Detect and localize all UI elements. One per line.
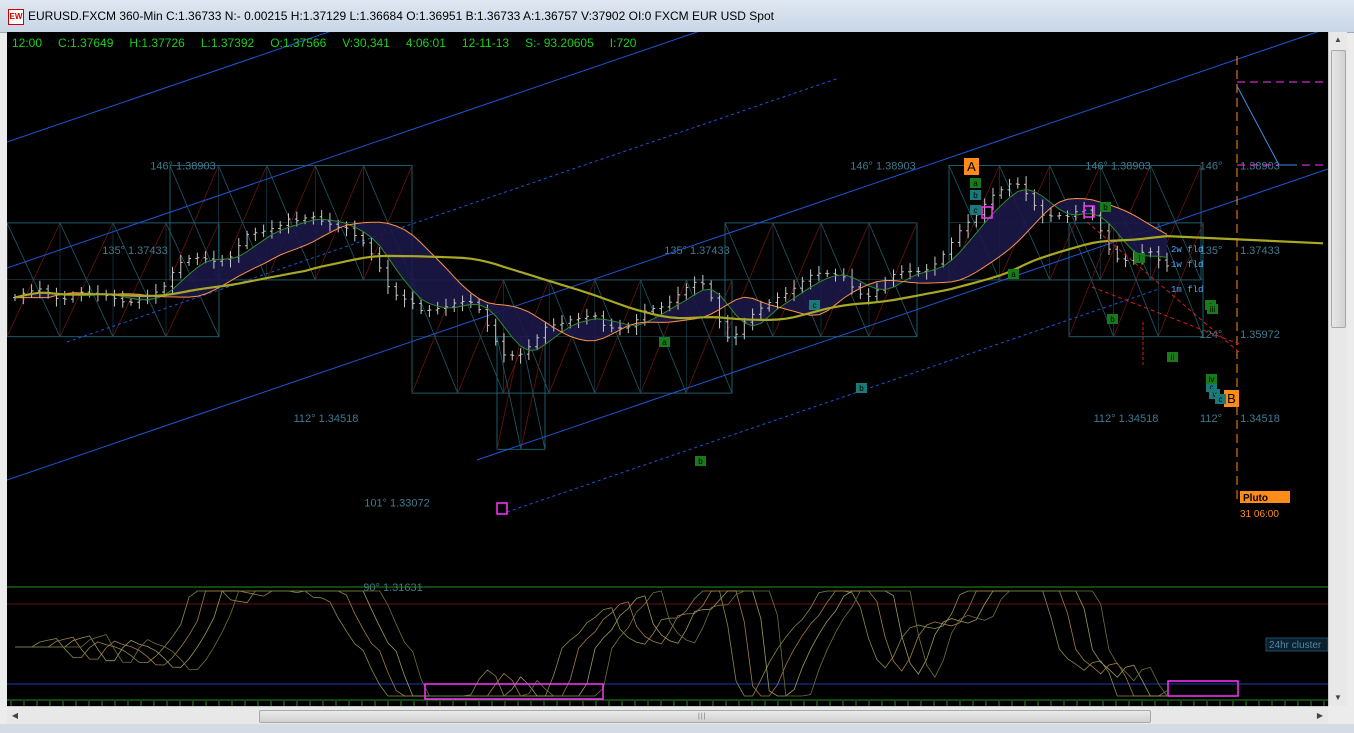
bar-high: H:1.37726 [129, 36, 185, 50]
vertical-scroll-thumb[interactable] [1331, 50, 1346, 328]
wave-label: ii [1171, 353, 1175, 362]
right-projection-overlay: Pluto 31 06:00 2w fld 1w fld 1m fld [1086, 56, 1328, 520]
projection-triangle [1236, 85, 1297, 166]
wave-label: B [1227, 391, 1236, 406]
scroll-right-arrow-icon[interactable]: ▶ [1312, 707, 1328, 725]
wave-label: b [859, 384, 864, 393]
scroll-up-arrow-icon[interactable]: ▲ [1329, 32, 1347, 48]
oscillator-highlight-box [1167, 680, 1239, 697]
wave-label: i [1139, 254, 1141, 263]
price-level-label: 112° 1.34518 [1094, 413, 1159, 425]
wave-label: c [974, 206, 978, 215]
right-price-label: 1.35972 [1240, 329, 1280, 341]
price-level-label: 112° 1.34518 [294, 413, 359, 425]
wave-label: a [1011, 270, 1016, 279]
cluster-label: 24hr cluster [1269, 640, 1322, 651]
chart-window[interactable]: 146° 1.38903 135° 1.37433 112° 1.34518 101°… [7, 32, 1328, 706]
bar-clock: 4:06:01 [405, 36, 446, 50]
horizontal-scrollbar[interactable]: ◀ ||| ▶ [7, 706, 1328, 725]
wave-label: c [1219, 395, 1223, 404]
bar-volume: V:30,341 [342, 36, 390, 50]
taskbar-strip [0, 724, 1354, 733]
fld-label: 1m fld [1171, 285, 1203, 295]
scroll-down-arrow-icon[interactable]: ▼ [1329, 690, 1347, 706]
wave-label: b [1103, 203, 1108, 212]
bar-low: L:1.37392 [200, 36, 255, 50]
bar-open: O:1.37566 [270, 36, 327, 50]
right-degree-label: 124° [1200, 329, 1223, 341]
price-level-label: 135° 1.37433 [664, 245, 730, 257]
pluto-label: Pluto [1243, 493, 1268, 504]
bar-i-value: I:720 [609, 36, 637, 50]
bar-date: 12-11-13 [461, 36, 510, 50]
scroll-left-arrow-icon[interactable]: ◀ [7, 707, 23, 725]
bar-info-readout: 12:00 C:1.37649 H:1.37726 L:1.37392 O:1.3756… [12, 36, 652, 50]
wave-label: a [662, 338, 667, 347]
wave-label: A [967, 159, 976, 174]
gann-price-levels: 146° 1.38903 135° 1.37433 112° 1.34518 101°… [102, 161, 1280, 595]
price-chart[interactable]: 146° 1.38903 135° 1.37433 112° 1.34518 101°… [7, 32, 1328, 706]
bar-close: C:1.37649 [58, 36, 114, 50]
price-level-label: 101° 1.33072 [364, 498, 430, 510]
price-level-label: 90° 1.31631 [363, 582, 422, 594]
price-level-label: 135° 1.37433 [102, 245, 168, 257]
fld-label: 2w fld [1171, 245, 1203, 255]
bar-s-value: S:- 93.20605 [525, 36, 594, 50]
oscillator-line [15, 590, 1167, 697]
wave-label: iv [1209, 375, 1215, 384]
right-degree-label: 112° [1200, 413, 1222, 425]
app-logo-icon[interactable]: EW [8, 9, 24, 25]
scroll-grip-icon: ||| [698, 713, 707, 720]
wave-marker-box [496, 502, 508, 515]
right-price-label: 1.37433 [1240, 245, 1280, 257]
wave-label: iii [1210, 305, 1216, 314]
oscillator-panel: 24hr cluster [7, 586, 1328, 701]
right-price-label: 1.38903 [1240, 161, 1280, 173]
horizontal-scroll-thumb[interactable]: ||| [259, 710, 1151, 723]
right-degree-label: 146° [1200, 161, 1223, 173]
right-price-label: 1.34518 [1240, 413, 1280, 425]
price-level-label: 146° 1.38903 [850, 161, 916, 173]
price-level-label: 146° 1.38903 [1085, 161, 1151, 173]
bar-time: 12:00 [12, 36, 43, 50]
oscillator-line [15, 590, 1167, 697]
wave-label: b [973, 191, 978, 200]
wave-label: c [813, 301, 817, 310]
wave-label: a [973, 179, 978, 188]
pluto-time-label: 31 06:00 [1240, 509, 1279, 520]
wave-label: b [1110, 315, 1115, 324]
fld-label: 1w fld [1171, 260, 1203, 270]
vertical-scrollbar[interactable]: ▲ ▼ [1328, 32, 1347, 706]
oscillator-line [15, 590, 1168, 697]
window-title: EURUSD.FXCM 360-Min C:1.36733 N:- 0.0021… [28, 9, 774, 23]
oscillator-line [15, 590, 1168, 697]
window-title-bar[interactable]: EW EURUSD.FXCM 360-Min C:1.36733 N:- 0.0… [0, 0, 1354, 33]
price-level-label: 146° 1.38903 [150, 161, 216, 173]
wave-label: b [698, 457, 703, 466]
